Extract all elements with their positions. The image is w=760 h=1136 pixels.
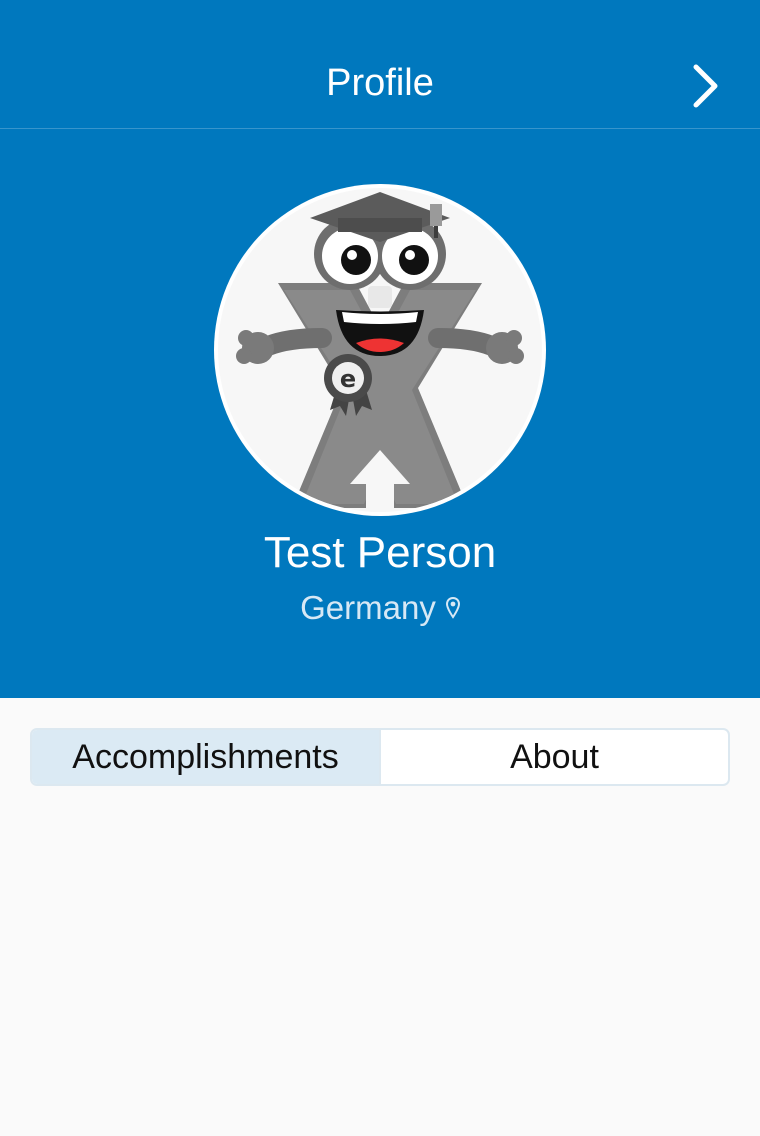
- svg-text:e: e: [340, 365, 356, 393]
- chevron-right-icon: [693, 64, 718, 108]
- mascot-avatar-icon: e: [236, 192, 524, 512]
- tab-about[interactable]: About: [381, 730, 728, 784]
- profile-name: Test Person: [263, 528, 497, 577]
- avatar[interactable]: e: [214, 184, 546, 516]
- page-title: Profile: [326, 62, 434, 104]
- profile-header: e Test Person Germany: [0, 129, 760, 698]
- profile-tabs: Accomplishments About: [30, 728, 730, 786]
- map-pin-icon: [445, 597, 460, 619]
- navigation-bar: Profile: [0, 0, 760, 129]
- tab-accomplishments[interactable]: Accomplishments: [32, 730, 381, 784]
- tab-content-area: [0, 786, 760, 1136]
- avatar-image: e: [218, 188, 542, 512]
- next-button[interactable]: [686, 58, 726, 114]
- profile-location: Germany: [0, 588, 760, 628]
- location-label: Germany: [300, 589, 436, 626]
